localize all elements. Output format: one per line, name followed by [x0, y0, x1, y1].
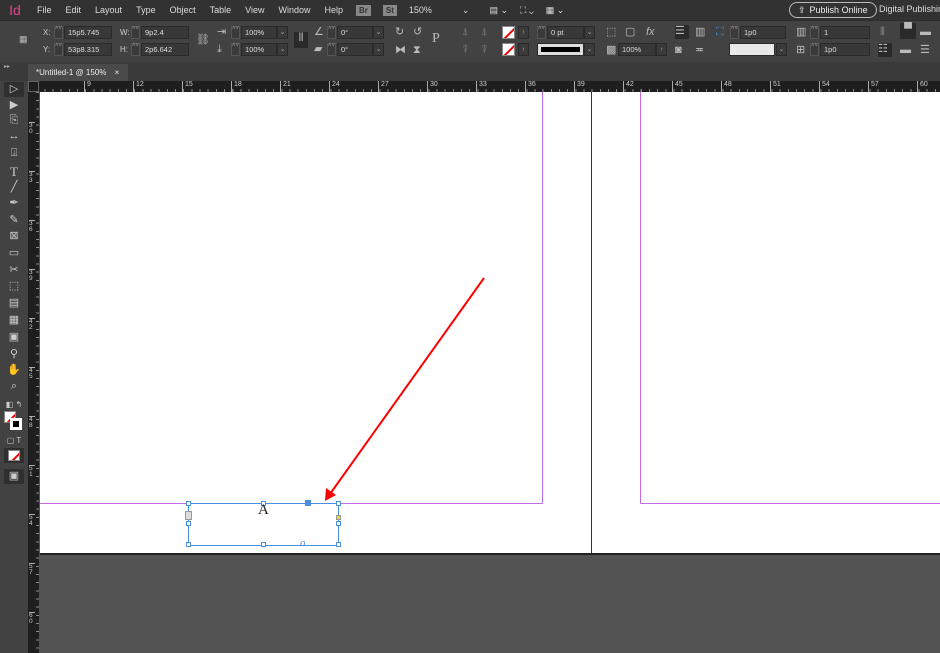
annotation-arrow: [329, 277, 485, 495]
overset-indicator[interactable]: o: [300, 537, 306, 549]
canvas-overlay: [40, 92, 940, 553]
frame-handle[interactable]: [261, 542, 266, 547]
frame-handle[interactable]: [186, 501, 191, 506]
in-port[interactable]: [185, 511, 192, 520]
annotation-arrowhead: [325, 488, 336, 501]
frame-text[interactable]: A: [258, 502, 269, 519]
out-port[interactable]: [336, 515, 341, 520]
frame-handle[interactable]: [186, 521, 191, 526]
frame-handle[interactable]: [336, 521, 341, 526]
frame-handle[interactable]: [186, 542, 191, 547]
anchored-object-handle[interactable]: [305, 500, 311, 506]
frame-handle[interactable]: [336, 542, 341, 547]
frame-handle[interactable]: [336, 501, 341, 506]
